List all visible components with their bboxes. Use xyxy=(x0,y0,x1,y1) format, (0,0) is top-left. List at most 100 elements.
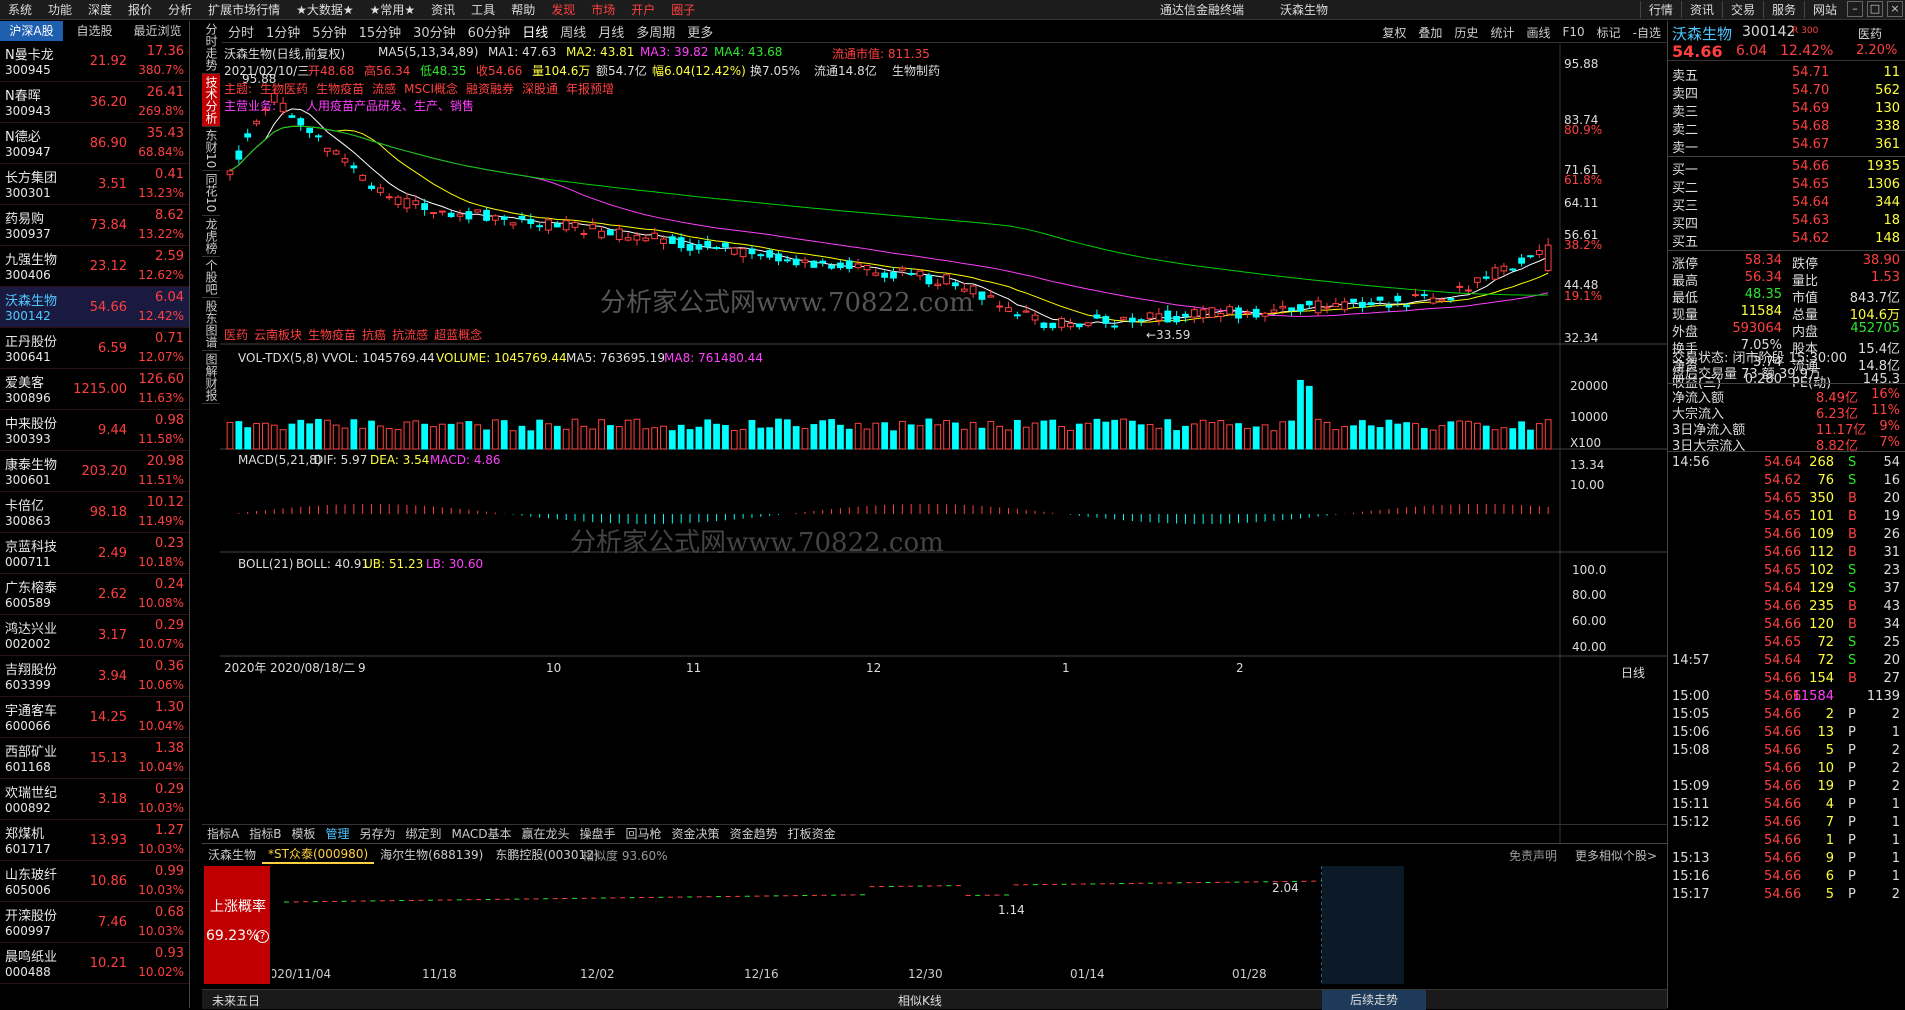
stock-list-item[interactable]: 药易购 300937 73.84 8.62 13.22% xyxy=(0,205,189,246)
indicator-tab[interactable]: 模板 xyxy=(286,825,320,842)
menu-item[interactable]: ★常用★ xyxy=(362,0,424,20)
stock-list-item[interactable]: 山东玻纤 605006 10.86 0.99 10.03% xyxy=(0,861,189,902)
disclaimer-link[interactable]: 免责声明 xyxy=(1509,847,1557,864)
indicator-tab[interactable]: 资金趋势 xyxy=(725,825,783,842)
stock-list-item[interactable]: 正丹股份 300641 6.59 0.71 12.07% xyxy=(0,328,189,369)
indicator-tab[interactable]: 资金决策 xyxy=(667,825,725,842)
period-tab[interactable]: 月线 xyxy=(592,22,630,41)
chart-tool[interactable]: 标记 xyxy=(1591,24,1627,41)
indicator-tab[interactable]: 另存为 xyxy=(354,825,400,842)
stock-list-item[interactable]: 欢瑞世纪 000892 3.18 0.29 10.03% xyxy=(0,779,189,820)
minimize-icon[interactable]: – xyxy=(1847,1,1863,17)
stock-list-item[interactable]: N春晖 300943 36.20 26.41 269.8% xyxy=(0,82,189,123)
indicator-tab[interactable]: 绑定到 xyxy=(401,825,447,842)
stock-list-item[interactable]: 康泰生物 300601 203.20 20.98 11.51% xyxy=(0,451,189,492)
chart-tool[interactable]: 叠加 xyxy=(1412,24,1448,41)
period-tab[interactable]: 周线 xyxy=(554,22,592,41)
indicator-tab[interactable]: 管理 xyxy=(320,825,354,842)
stock-list-item[interactable]: 沃森生物 300142 54.66 6.04 12.42% xyxy=(0,287,189,328)
indicator-tab[interactable]: 指标A xyxy=(202,825,244,842)
period-tab[interactable]: 1分钟 xyxy=(260,22,306,41)
top-link[interactable]: 行情 xyxy=(1639,1,1681,18)
kline-chart[interactable]: 95.8883.7480.9%71.6161.8%64.1156.6138.2%… xyxy=(220,44,1667,844)
chart-tool[interactable]: F10 xyxy=(1556,25,1590,39)
indicator-tab[interactable]: 赢在龙头 xyxy=(517,825,575,842)
menu-item[interactable]: 市场 xyxy=(583,0,623,20)
menu-item[interactable]: 报价 xyxy=(120,0,160,20)
stock-list-item[interactable]: 西部矿业 601168 15.13 1.38 10.04% xyxy=(0,738,189,779)
list-tab[interactable]: 自选股 xyxy=(63,21,126,41)
vertical-tab[interactable]: 分时走势 xyxy=(202,21,220,74)
vertical-tab[interactable]: 个股吧 xyxy=(202,257,220,298)
menu-item[interactable]: 圈子 xyxy=(663,0,703,20)
follow-trend-label[interactable]: 后续走势 xyxy=(1322,990,1426,1010)
menu-item[interactable]: 工具 xyxy=(463,0,503,20)
menu-item[interactable]: 分析 xyxy=(160,0,200,20)
indicator-tab[interactable]: 指标B xyxy=(244,825,286,842)
stock-list-item[interactable]: 爱美客 300896 1215.00 126.60 11.63% xyxy=(0,369,189,410)
stock-list-item[interactable]: 郑煤机 601717 13.93 1.27 10.03% xyxy=(0,820,189,861)
menu-item[interactable]: 功能 xyxy=(40,0,80,20)
vertical-tab[interactable]: 技术分析 xyxy=(202,74,220,127)
top-link[interactable]: 网站 xyxy=(1803,1,1845,18)
similar-tab[interactable]: 海尔生物(688139) xyxy=(374,846,489,863)
chart-tool[interactable]: 画线 xyxy=(1520,24,1556,41)
vertical-tab[interactable]: 股东图谱 xyxy=(202,298,220,351)
menu-item[interactable]: 发现 xyxy=(543,0,583,20)
menu-item[interactable]: 开户 xyxy=(623,0,663,20)
period-tab[interactable]: 更多 xyxy=(681,22,719,41)
chart-tool[interactable]: 统计 xyxy=(1484,24,1520,41)
chart-tool[interactable]: -自选 xyxy=(1627,24,1667,41)
menu-item[interactable]: 扩展市场行情 xyxy=(200,0,288,20)
stock-list-item[interactable]: 京蓝科技 000711 2.49 0.23 10.18% xyxy=(0,533,189,574)
indicator-tab[interactable]: 打板资金 xyxy=(783,825,841,842)
help-icon[interactable]: ? xyxy=(256,930,269,943)
list-tab[interactable]: 沪深A股 xyxy=(0,21,63,41)
menu-item[interactable]: 深度 xyxy=(80,0,120,20)
vertical-tab[interactable]: 同花10 xyxy=(202,171,220,216)
future-five-days[interactable]: 未来五日 xyxy=(212,992,260,1009)
close-icon[interactable]: × xyxy=(1887,1,1903,17)
stock-list-item[interactable]: N曼卡龙 300945 21.92 17.36 380.7% xyxy=(0,41,189,82)
list-tab[interactable]: 最近浏览 xyxy=(126,21,189,41)
menu-item[interactable]: ★大数据★ xyxy=(288,0,362,20)
indicator-tab[interactable]: 回马枪 xyxy=(621,825,667,842)
similar-kline-chart[interactable]: 1.14 2.04 2020/11/04 11/18 12/02 12/16 12/30 01… xyxy=(272,866,1667,984)
menu-item[interactable]: 资讯 xyxy=(423,0,463,20)
chart-tool[interactable]: 历史 xyxy=(1448,24,1484,41)
indicator-tab[interactable]: MACD基本 xyxy=(447,825,517,842)
stock-list-item[interactable]: 吉翔股份 603399 3.94 0.36 10.06% xyxy=(0,656,189,697)
top-link[interactable]: 资讯 xyxy=(1680,1,1722,18)
menu-item[interactable]: 帮助 xyxy=(503,0,543,20)
period-tab[interactable]: 分时 xyxy=(222,22,260,41)
stock-list-item[interactable]: 九强生物 300406 23.12 2.59 12.62% xyxy=(0,246,189,287)
vertical-tab[interactable]: 东财10 xyxy=(202,127,220,172)
stock-list-item[interactable]: 鸿达兴业 002002 3.17 0.29 10.07% xyxy=(0,615,189,656)
top-link[interactable]: 服务 xyxy=(1762,1,1804,18)
stock-list-item[interactable]: 晨鸣纸业 000488 10.21 0.93 10.02% xyxy=(0,943,189,984)
vertical-tab[interactable]: 龙虎榜 xyxy=(202,216,220,257)
stock-list-item[interactable]: 广东榕泰 600589 2.62 0.24 10.08% xyxy=(0,574,189,615)
stock-list-item[interactable]: 开滦股份 600997 7.46 0.68 10.03% xyxy=(0,902,189,943)
stock-list-item[interactable]: 长方集团 300301 3.51 0.41 13.23% xyxy=(0,164,189,205)
period-tab[interactable]: 15分钟 xyxy=(353,22,408,41)
indicator-tab[interactable]: 操盘手 xyxy=(575,825,621,842)
maximize-icon[interactable]: □ xyxy=(1867,1,1883,17)
period-tab[interactable]: 30分钟 xyxy=(407,22,462,41)
period-tab[interactable]: 日线 xyxy=(516,22,554,41)
similar-tab[interactable]: *ST众泰(000980) xyxy=(262,845,375,864)
top-link[interactable]: 交易 xyxy=(1721,1,1763,18)
stock-list-item[interactable]: 中来股份 300393 9.44 0.98 11.58% xyxy=(0,410,189,451)
chart-tool[interactable]: 复权 xyxy=(1376,24,1412,41)
period-tab[interactable]: 多周期 xyxy=(630,22,681,41)
stock-list-item[interactable]: N德必 300947 86.90 35.43 68.84% xyxy=(0,123,189,164)
stock-list-item[interactable]: 卡倍亿 300863 98.18 10.12 11.49% xyxy=(0,492,189,533)
sector-name[interactable]: 医药 xyxy=(1858,25,1882,42)
similar-tab[interactable]: 沃森生物 xyxy=(202,846,262,863)
period-tab[interactable]: 60分钟 xyxy=(462,22,517,41)
menu-item[interactable]: 系统 xyxy=(0,0,40,20)
more-similar-link[interactable]: 更多相似个股> xyxy=(1575,847,1657,864)
period-tab[interactable]: 5分钟 xyxy=(306,22,352,41)
stock-list-item[interactable]: 宇通客车 600066 14.25 1.30 10.04% xyxy=(0,697,189,738)
vertical-tab[interactable]: 图解财报 xyxy=(202,351,220,404)
